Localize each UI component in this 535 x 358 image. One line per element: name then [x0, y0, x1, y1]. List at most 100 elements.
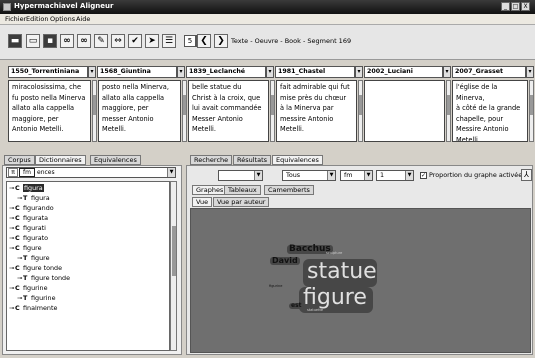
tree-item[interactable]: ⊸C figura [9, 183, 44, 193]
tree-item[interactable]: ⊸C figurato [9, 233, 48, 243]
dictionary-search-combo[interactable]: π fm ences ▼ [6, 167, 176, 178]
menu-options[interactable]: Options [50, 15, 75, 23]
tree-item[interactable]: ⊸T figure [17, 253, 50, 263]
tab-equivalences-right[interactable]: Equivalences [272, 155, 323, 165]
chevron-down-icon[interactable]: ▼ [327, 171, 335, 180]
sub-tab-bar: Graphes Tableaux Camemberts [188, 185, 528, 195]
chevron-down-icon[interactable]: ▼ [167, 168, 175, 177]
window-title: Hypermachiavel Aligneur [14, 2, 114, 10]
cloud-word-figurine[interactable]: figurine [269, 284, 282, 289]
prefix-toggle[interactable]: π [8, 168, 18, 177]
version-dropdown-1981[interactable]: ▾ [355, 66, 363, 78]
flag-icon[interactable]: ➤ [145, 34, 159, 48]
tree-item[interactable]: ⊸C figurando [9, 203, 54, 213]
tab-graphes[interactable]: Graphes [192, 185, 228, 195]
edit-icon[interactable]: ✎ [94, 34, 108, 48]
tab-equivalences-left[interactable]: Equivalences [90, 155, 141, 165]
tab-resultats[interactable]: Résultats [233, 155, 272, 165]
version-text-1981[interactable]: fait admirable qui fut mise près du chœu… [276, 80, 357, 142]
app-icon [3, 3, 11, 11]
version-text-1550[interactable]: miracolosissima, che fu posto nella Mine… [8, 80, 91, 142]
right-tab-bar: Recherche Résultats Equivalences [186, 155, 531, 165]
tab-vue[interactable]: Vue [192, 197, 213, 207]
version-header-1981: 1981_Chastel [275, 66, 355, 78]
version-scrollbar-2007[interactable] [529, 80, 534, 142]
segment-title: Texte - Oeuvre - Book - Segment 169 [231, 37, 352, 45]
new-document-icon[interactable]: ▭ [26, 34, 40, 48]
version-text-1568[interactable]: posto nella Minerva, allato alla cappell… [98, 80, 181, 142]
maximize-button[interactable]: □ [511, 2, 520, 11]
close-button[interactable]: X [521, 2, 530, 11]
filter-combo-empty[interactable]: ▼ [218, 170, 263, 181]
tree-item[interactable]: ⊸T figurine [17, 293, 56, 303]
proportion-checkbox[interactable]: ✓ [420, 172, 427, 179]
tree-item[interactable]: ⊸C finalmente [9, 303, 57, 313]
word-cloud-canvas[interactable]: Bacchus David statue figure sculpture fi… [190, 208, 531, 353]
tab-tableaux[interactable]: Tableaux [224, 185, 261, 195]
find-icon[interactable]: ∞ [60, 34, 74, 48]
cloud-word-figure[interactable]: figure [303, 287, 367, 309]
filter-fm-label: fm [344, 171, 353, 179]
scroll-thumb[interactable] [172, 226, 176, 276]
minimize-button[interactable]: _ [501, 2, 510, 11]
filter-combo-fm[interactable]: fm ▼ [340, 170, 373, 181]
open-folder-icon[interactable]: ▬ [8, 34, 22, 48]
chevron-down-icon[interactable]: ▼ [254, 171, 262, 180]
tab-recherche[interactable]: Recherche [190, 155, 233, 165]
cloud-word-statuette[interactable]: statuette [307, 308, 323, 313]
version-dropdown-2007[interactable]: ▾ [526, 66, 534, 78]
version-text-1839[interactable]: belle statue du Christ à la croix, que l… [188, 80, 269, 142]
filter-combo-number[interactable]: 1 ▼ [376, 170, 414, 181]
segment-number-field[interactable]: 5 [184, 35, 196, 47]
tab-vue-par-auteur[interactable]: Vue par auteur [213, 197, 270, 207]
version-dropdown-2002[interactable]: ▾ [443, 66, 451, 78]
filter-tous-label: Tous [286, 171, 301, 179]
tree-item[interactable]: ⊸T figura [17, 193, 50, 203]
search-value[interactable]: fm [19, 168, 35, 177]
version-scrollbar-1550[interactable] [92, 80, 97, 142]
cloud-word-est[interactable]: est [289, 303, 304, 309]
tab-dictionnaires[interactable]: Dictionnaires [35, 155, 86, 165]
chevron-down-icon[interactable]: ▼ [405, 171, 413, 180]
proportion-label: Proportion du graphe activée [429, 171, 523, 179]
filter-combo-tous[interactable]: Tous ▼ [282, 170, 336, 181]
tab-corpus[interactable]: Corpus [4, 155, 35, 165]
tree-item[interactable]: ⊸C figure tonde [9, 263, 62, 273]
version-scrollbar-2002[interactable] [446, 80, 451, 142]
pin-icon[interactable]: ✔ [128, 34, 142, 48]
find-replace-icon[interactable]: ∞ [77, 34, 91, 48]
version-text-2007[interactable]: l'église de la Minerva, à côté de la gra… [452, 80, 528, 142]
view-tab-bar: Vue Vue par auteur [188, 197, 528, 207]
cloud-word-sculpture[interactable]: sculpture [326, 251, 342, 256]
link-icon[interactable]: ⇔ [111, 34, 125, 48]
next-arrow-icon[interactable]: ❯ [214, 34, 228, 48]
menu-edition[interactable]: Edition [26, 15, 49, 23]
chevron-down-icon[interactable]: ▼ [364, 171, 372, 180]
cloud-word-david[interactable]: David [270, 257, 300, 265]
tree-item[interactable]: ⊸C figurine [9, 283, 48, 293]
menu-bar: Fichier Edition Options Aide [0, 14, 535, 25]
graph-layout-icon[interactable]: ⅄ [521, 169, 532, 181]
menu-aide[interactable]: Aide [76, 15, 90, 23]
title-bar: Hypermachiavel Aligneur _ □ X [0, 0, 535, 14]
prev-arrow-icon[interactable]: ❮ [197, 34, 211, 48]
version-dropdown-1568[interactable]: ▾ [177, 66, 185, 78]
version-scrollbar-1981[interactable] [358, 80, 363, 142]
cloud-word-statue[interactable]: statue [307, 261, 377, 283]
version-text-2002[interactable] [364, 80, 445, 142]
version-header-1550: 1550_Torrentiniana [8, 66, 88, 78]
version-dropdown-1550[interactable]: ▾ [88, 66, 96, 78]
dictionary-tree: ⊸C figura ⊸T figura ⊸C figurando ⊸C figurata… [6, 181, 170, 351]
list-icon[interactable]: ☰ [162, 34, 176, 48]
version-dropdown-1839[interactable]: ▾ [266, 66, 274, 78]
tree-item[interactable]: ⊸T figure tonde [17, 273, 70, 283]
tree-item[interactable]: ⊸C figure [9, 243, 42, 253]
menu-fichier[interactable]: Fichier [5, 15, 26, 23]
save-icon[interactable]: ▪ [43, 34, 57, 48]
tree-item[interactable]: ⊸C figurata [9, 213, 48, 223]
tree-scrollbar[interactable] [170, 181, 177, 351]
tab-camemberts[interactable]: Camemberts [264, 185, 314, 195]
version-scrollbar-1839[interactable] [270, 80, 275, 142]
version-scrollbar-1568[interactable] [182, 80, 187, 142]
tree-item[interactable]: ⊸C figurati [9, 223, 46, 233]
